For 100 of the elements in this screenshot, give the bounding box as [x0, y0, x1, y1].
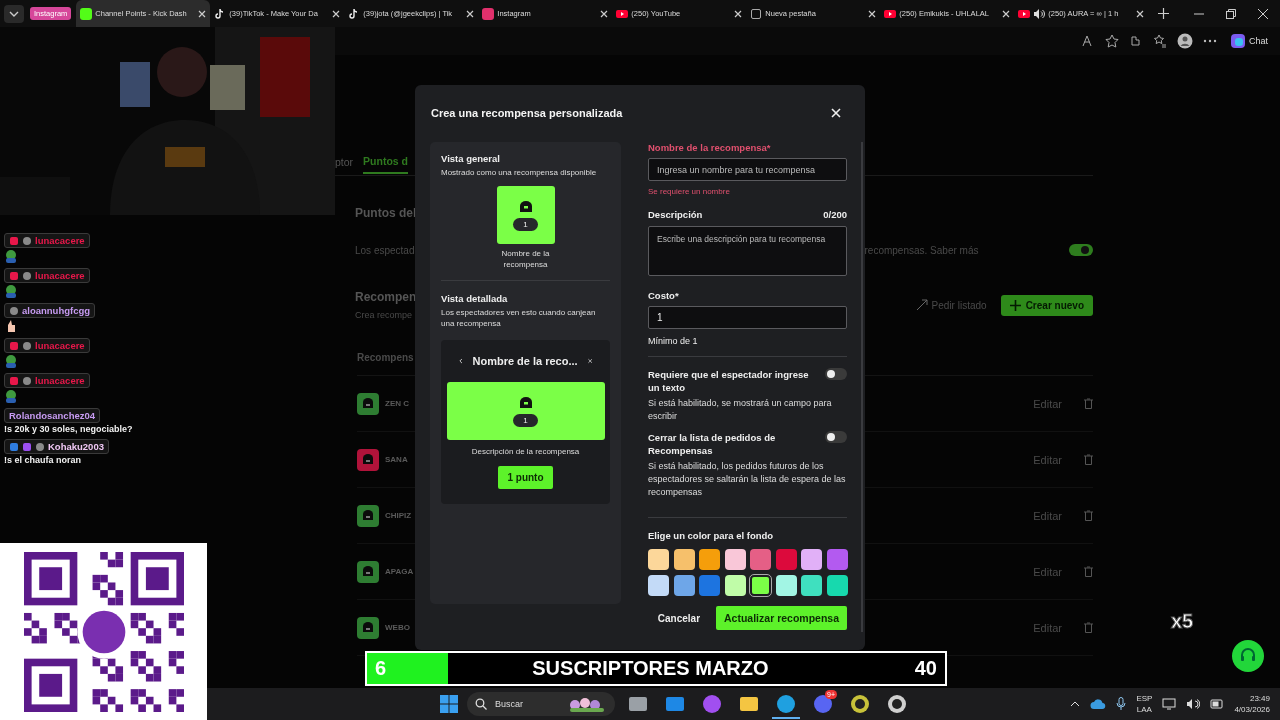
- redeem-button[interactable]: 1 punto: [498, 466, 553, 489]
- chest-icon: [518, 395, 533, 408]
- cost-input[interactable]: 1: [648, 306, 847, 329]
- color-swatch[interactable]: [648, 549, 669, 570]
- profile-icon[interactable]: [1177, 33, 1193, 49]
- create-new-button[interactable]: Crear nuevo: [1000, 294, 1093, 316]
- copilot-app-icon: [702, 694, 722, 714]
- field-label: Descripción: [648, 208, 703, 221]
- close-icon[interactable]: [734, 9, 743, 18]
- chat-username[interactable]: lunacacere: [4, 268, 90, 283]
- color-swatch[interactable]: [826, 575, 848, 596]
- star-icon[interactable]: [1105, 34, 1119, 48]
- chat-username[interactable]: lunacacere: [4, 233, 90, 248]
- error-message: Se requiere un nombre: [648, 187, 731, 196]
- circle-badge-icon: [22, 270, 32, 281]
- keyboard-layout-label[interactable]: LAA: [1136, 704, 1152, 715]
- cube-badge-icon: [9, 375, 19, 386]
- store-app-icon: [665, 694, 685, 714]
- chat-username[interactable]: lunacacere: [4, 338, 90, 353]
- chat-username[interactable]: lunacacere: [4, 373, 90, 388]
- close-icon[interactable]: [332, 9, 341, 18]
- color-swatch[interactable]: [648, 575, 669, 596]
- tab-list-button[interactable]: [4, 4, 24, 23]
- volume-icon[interactable]: [1186, 697, 1201, 711]
- network-icon[interactable]: [1162, 697, 1177, 711]
- restore-icon[interactable]: [1226, 8, 1236, 19]
- copilot-icon: [1231, 34, 1245, 48]
- trash-icon[interactable]: [1084, 454, 1093, 465]
- clock-app-icon: [850, 694, 870, 714]
- instagram-icon: [482, 7, 495, 20]
- cost-badge: 1: [513, 217, 538, 231]
- trash-icon[interactable]: [1084, 566, 1093, 577]
- page-tab[interactable]: Puntos d: [363, 150, 408, 174]
- color-swatch[interactable]: [775, 549, 797, 570]
- cost-hint: Mínimo de 1: [648, 336, 699, 346]
- color-swatch[interactable]: [673, 549, 695, 570]
- microphone-icon[interactable]: [1116, 697, 1127, 711]
- color-swatch[interactable]: [801, 549, 822, 570]
- language-label[interactable]: ESP: [1136, 693, 1153, 704]
- close-icon[interactable]: [600, 9, 609, 18]
- trash-icon[interactable]: [1084, 510, 1093, 521]
- color-swatch[interactable]: [801, 575, 822, 596]
- cube-badge-icon: [9, 340, 19, 351]
- close-icon[interactable]: [1002, 9, 1011, 18]
- trash-icon[interactable]: [1084, 398, 1093, 409]
- color-swatch[interactable]: [750, 549, 771, 570]
- cancel-button[interactable]: Cancelar: [651, 611, 707, 625]
- close-icon[interactable]: [1136, 9, 1145, 18]
- close-icon[interactable]: [868, 9, 877, 18]
- field-label: Elige un color para el fondo: [648, 529, 775, 542]
- edge-app-icon: [776, 694, 796, 714]
- alert-multiplier: x5: [1171, 610, 1194, 633]
- description-input[interactable]: Escribe una descripción para tu recompensa: [648, 226, 847, 276]
- chevron-up-icon[interactable]: [1070, 700, 1081, 708]
- color-swatch[interactable]: [673, 575, 695, 596]
- windows-start-icon[interactable]: [440, 695, 458, 713]
- reward-name: APAGA: [385, 567, 414, 576]
- battery-icon[interactable]: [1210, 697, 1225, 711]
- close-icon[interactable]: [198, 9, 207, 18]
- circle-badge-icon: [35, 441, 45, 452]
- chat-message: !s el chaufa noran: [4, 455, 82, 465]
- color-swatch[interactable]: [775, 575, 797, 596]
- reward-name: CHIPIZ: [385, 511, 412, 520]
- reward-name-input[interactable]: Ingresa un nombre para tu recompensa: [648, 158, 847, 181]
- chat-message: !s 20k y 30 soles, negociable?: [4, 424, 133, 434]
- copilot-chat-button[interactable]: Chat: [1227, 32, 1272, 50]
- reward-name: Nombre de la recompensa: [500, 248, 551, 270]
- new-tab-icon[interactable]: [1158, 8, 1170, 19]
- toggle-switch[interactable]: [825, 368, 847, 380]
- preview-heading: Vista general: [441, 153, 501, 164]
- close-icon[interactable]: [466, 9, 475, 18]
- chat-username[interactable]: Kohaku2003: [4, 439, 109, 454]
- frog-emote-icon: [4, 354, 18, 368]
- color-swatch[interactable]: [724, 575, 746, 596]
- chat-username[interactable]: Rolandosanchez04: [4, 408, 101, 423]
- points-toggle[interactable]: [1069, 244, 1093, 256]
- reward-name: WEBO: [385, 623, 410, 632]
- chat-username[interactable]: aloannuhgfcgg: [4, 303, 96, 318]
- update-reward-button[interactable]: Actualizar recompensa: [716, 606, 847, 630]
- clock-date[interactable]: 4/03/2026: [1234, 704, 1270, 715]
- toggle-switch[interactable]: [825, 431, 847, 443]
- speaker-icon[interactable]: [1033, 7, 1046, 20]
- circle-badge-icon: [22, 235, 32, 246]
- search-field[interactable]: Buscar: [467, 692, 615, 716]
- color-swatch[interactable]: [826, 549, 848, 570]
- reward-name: ZEN C: [385, 399, 409, 408]
- extensions-icon[interactable]: [1129, 34, 1143, 48]
- trash-icon[interactable]: [1084, 622, 1093, 633]
- color-swatch[interactable]: [724, 549, 746, 570]
- section-text: Los espectad: [355, 244, 415, 256]
- color-swatch[interactable]: [750, 575, 771, 596]
- color-swatch[interactable]: [699, 549, 720, 570]
- cloud-icon[interactable]: [1090, 698, 1107, 710]
- color-swatch[interactable]: [699, 575, 720, 596]
- close-icon[interactable]: [587, 356, 592, 366]
- favorites-icon[interactable]: [1153, 34, 1167, 48]
- preview-heading: Vista detallada: [441, 293, 509, 304]
- goal-current: 6: [375, 657, 387, 680]
- clock-time[interactable]: 23:49: [1249, 693, 1270, 704]
- close-icon[interactable]: [1258, 8, 1268, 19]
